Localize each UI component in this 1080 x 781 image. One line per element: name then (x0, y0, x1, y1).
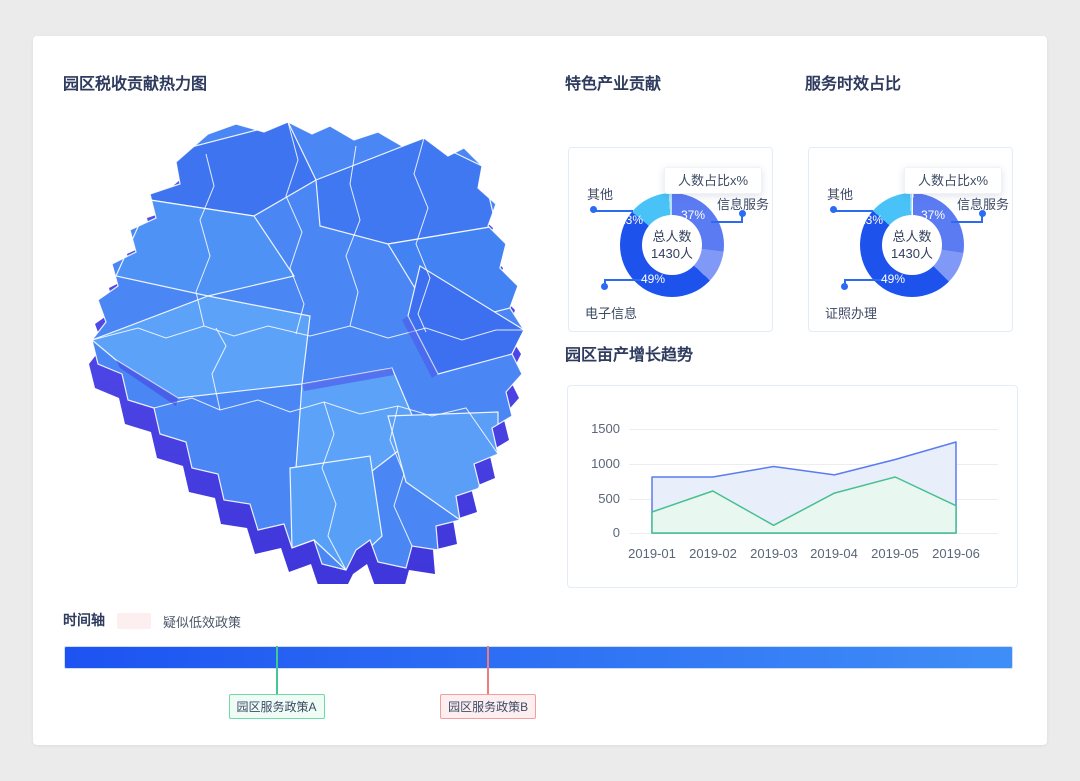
timeline-marker-label[interactable]: 园区服务政策B (440, 694, 536, 719)
donut2-title: 服务时效占比 (805, 70, 901, 94)
x-axis-tick: 2019-02 (678, 546, 748, 561)
slice-label-bottom: 电子信息 (585, 303, 637, 322)
slice-label-other: 其他 (827, 184, 853, 203)
donut-card-service: 其他 信息服务 证照办理 总人数 1430人 37% 49% 13% 人数占比x… (808, 147, 1013, 332)
leader-line (741, 212, 743, 222)
trend-title: 园区亩产增长趋势 (565, 341, 693, 365)
hunan-3d-map[interactable] (58, 116, 546, 584)
donut-center-label: 总人数 (652, 228, 691, 245)
donut1-title: 特色产业贡献 (565, 70, 661, 94)
donut-center-value: 1430人 (891, 245, 933, 262)
slice-pct: 37% (681, 208, 705, 222)
x-axis-tick: 2019-04 (799, 546, 869, 561)
donut-center: 总人数 1430人 (882, 215, 942, 275)
donut-center-label: 总人数 (892, 228, 931, 245)
slice-label-other: 其他 (587, 184, 613, 203)
leader-line (604, 279, 606, 286)
donut-center: 总人数 1430人 (642, 215, 702, 275)
leader-line (844, 279, 846, 286)
x-axis-tick: 2019-05 (860, 546, 930, 561)
slice-pct: 49% (881, 272, 905, 286)
leader-line (833, 210, 873, 212)
timeline-label: 时间轴 (63, 610, 105, 630)
slice-pct: 13% (859, 213, 883, 227)
timeline-marker-line (276, 646, 278, 694)
chart-tooltip: 人数占比x% (664, 167, 762, 194)
trend-chart-card: 1500 1000 500 0 2019-01 2019-02 2019-03 … (567, 385, 1018, 588)
donut-center-value: 1430人 (651, 245, 693, 262)
chart-tooltip: 人数占比x% (904, 167, 1002, 194)
dashboard: 园区税收贡献热力图 (0, 0, 1080, 781)
slice-pct: 37% (921, 208, 945, 222)
timeline-marker-label[interactable]: 园区服务政策A (229, 694, 325, 719)
leader-line (711, 221, 743, 223)
slice-pct: 13% (619, 213, 643, 227)
x-axis-tick: 2019-01 (617, 546, 687, 561)
slice-label-bottom: 证照办理 (825, 303, 877, 322)
leader-line (593, 210, 633, 212)
timeline-markers: 园区服务政策A 园区服务政策B (64, 646, 1013, 726)
leader-line (951, 221, 983, 223)
slice-pct: 49% (641, 272, 665, 286)
suspect-policy-swatch (117, 613, 151, 629)
donut-card-industry: 其他 信息服务 电子信息 总人数 1430人 37% 49% 13% 人数占比x… (568, 147, 773, 332)
map-title: 园区税收贡献热力图 (63, 70, 207, 94)
dashboard-panel: 园区税收贡献热力图 (33, 36, 1047, 745)
leader-line (981, 212, 983, 222)
x-axis-tick: 2019-06 (921, 546, 991, 561)
timeline-marker-line (487, 646, 489, 694)
timeline-legend-label: 疑似低效政策 (163, 612, 241, 631)
